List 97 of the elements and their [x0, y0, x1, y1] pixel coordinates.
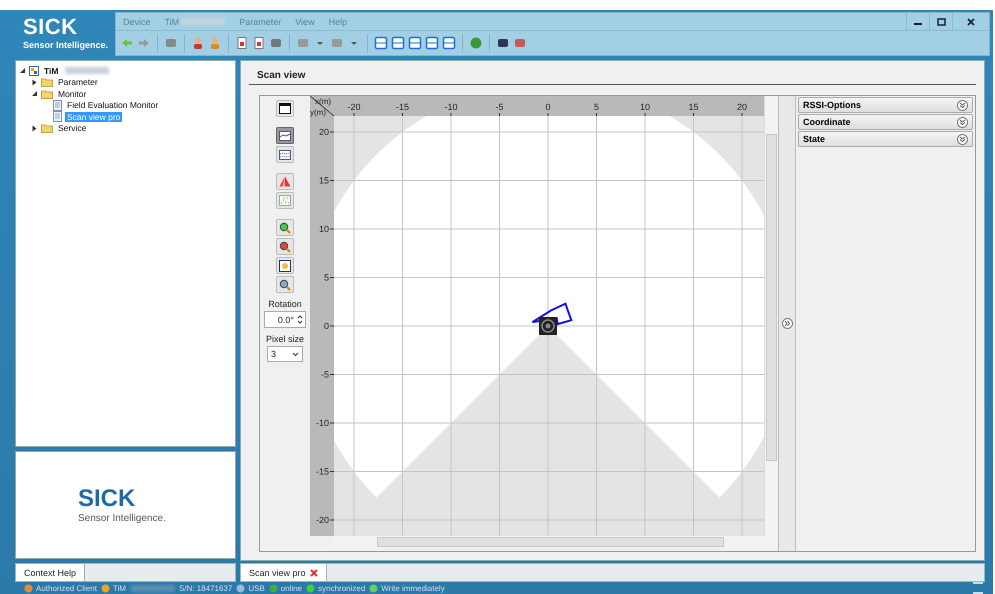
layout-icon[interactable] [408, 36, 422, 50]
y-tick-label: 20 [318, 127, 329, 137]
logo-tagline: Sensor Intelligence. [78, 512, 167, 524]
accordion-header[interactable]: Coordinate [798, 114, 973, 130]
panel-title: Scan view [249, 65, 976, 85]
tab[interactable]: Context Help [16, 564, 86, 581]
document-icon [53, 111, 62, 122]
document-icon [53, 100, 62, 111]
x-tick-label: -10 [444, 102, 458, 112]
y-tick-label: -15 [316, 466, 329, 476]
maximize-icon [936, 18, 946, 26]
tree-item[interactable]: TiM [42, 66, 60, 76]
zoom-out-icon [279, 240, 291, 252]
scan-outline [531, 302, 573, 326]
scroll-thumb[interactable] [377, 537, 724, 547]
blurred-text [130, 584, 175, 592]
vertical-scrollbar[interactable] [764, 96, 778, 536]
close-icon[interactable] [310, 568, 318, 576]
y-tick-label: 10 [318, 224, 329, 234]
y-tick-label: -10 [316, 418, 329, 428]
tree-item[interactable]: Parameter [56, 77, 100, 88]
field-label: Pixel size [266, 334, 304, 344]
tree-item[interactable]: Service [56, 123, 88, 134]
accordion-header[interactable]: State [798, 131, 973, 147]
document-icon[interactable] [252, 36, 266, 50]
rotation-spinner[interactable]: 0.0° [264, 311, 306, 328]
x-tick-label: 15 [688, 102, 698, 112]
x-tick-label: 10 [640, 102, 650, 112]
layout-icon[interactable] [425, 36, 439, 50]
collapsed-arrow-icon[interactable] [31, 78, 38, 86]
folder-icon [41, 77, 53, 88]
status-text: TiM [112, 584, 126, 592]
y-tick-label: 5 [324, 272, 329, 282]
y-axis-label: y(m) [310, 108, 326, 117]
x-axis-label: x(m) [315, 97, 331, 106]
y-tick-label: 0 [324, 321, 329, 331]
layout-icon[interactable] [442, 36, 456, 50]
x-tick-label: -5 [496, 102, 504, 112]
status-text: Write immediately [381, 584, 445, 592]
tool-button[interactable] [276, 219, 294, 236]
logo-wordmark: SICK [78, 486, 136, 510]
tool-button[interactable] [276, 276, 294, 293]
spin-arrows-icon [297, 314, 303, 325]
tool-button[interactable] [276, 257, 294, 274]
folder-icon [41, 123, 53, 134]
dotted-graph-icon [279, 150, 291, 160]
expanded-arrow-icon[interactable] [31, 90, 38, 98]
tool-button[interactable] [276, 238, 294, 255]
x-tick-label: 20 [737, 102, 747, 112]
logo-wordmark: SICK [23, 16, 79, 38]
tree-item[interactable]: Monitor [56, 88, 88, 99]
status-text: synchronized [318, 584, 366, 592]
x-tick-label: 0 [546, 102, 550, 112]
y-tick-label: -20 [316, 515, 329, 525]
window-icon [279, 103, 291, 114]
x-tick-label: 5 [594, 102, 599, 112]
zoom-in-icon [279, 222, 291, 234]
blurred-text [181, 18, 226, 25]
warning-field-icon [279, 176, 291, 187]
scatter-icon [279, 195, 291, 206]
x-tick-label: -20 [348, 102, 360, 112]
accordion-header[interactable]: RSSI-Options [798, 97, 973, 113]
status-text: Authorized Client [36, 584, 97, 592]
fit-icon [279, 260, 291, 272]
tab[interactable]: Scan view pro [241, 564, 327, 581]
expand-panel-icon[interactable] [782, 318, 792, 329]
chevron-down-icon [957, 134, 968, 144]
y-tick-label: 15 [318, 176, 329, 186]
pixel-size-dropdown[interactable]: 3 [267, 346, 303, 362]
logo-tagline: Sensor Intelligence. [23, 40, 110, 50]
resize-grip[interactable] [973, 582, 983, 594]
tree-item[interactable]: Field Evaluation Monitor [65, 100, 160, 110]
chevron-down-icon [957, 116, 968, 128]
user-add-icon[interactable] [191, 36, 205, 50]
status-text: USB [248, 584, 265, 592]
line-graph-icon [279, 130, 291, 140]
tool-button[interactable] [276, 100, 294, 117]
close-icon [967, 18, 975, 26]
magnifier-icon [279, 278, 291, 290]
status-text: S/N: 18471637 [178, 584, 232, 592]
tool-button[interactable] [276, 146, 294, 163]
field-label: Rotation [268, 299, 302, 309]
layout-icon[interactable] [391, 36, 405, 50]
blurred-text [65, 67, 110, 74]
collapsed-arrow-icon[interactable] [31, 124, 38, 132]
folder-icon [41, 88, 53, 99]
sensor-icon [539, 317, 557, 335]
chevron-down-icon [957, 100, 968, 110]
document-icon[interactable] [235, 36, 249, 50]
expanded-arrow-icon[interactable] [19, 67, 26, 74]
layout-icon[interactable] [374, 36, 388, 50]
y-tick-label: -5 [320, 370, 329, 380]
tool-button[interactable] [276, 127, 294, 144]
x-tick-label: -15 [396, 102, 409, 112]
status-text: online [280, 584, 302, 592]
caret-icon [292, 352, 299, 356]
scroll-thumb[interactable] [766, 134, 777, 461]
